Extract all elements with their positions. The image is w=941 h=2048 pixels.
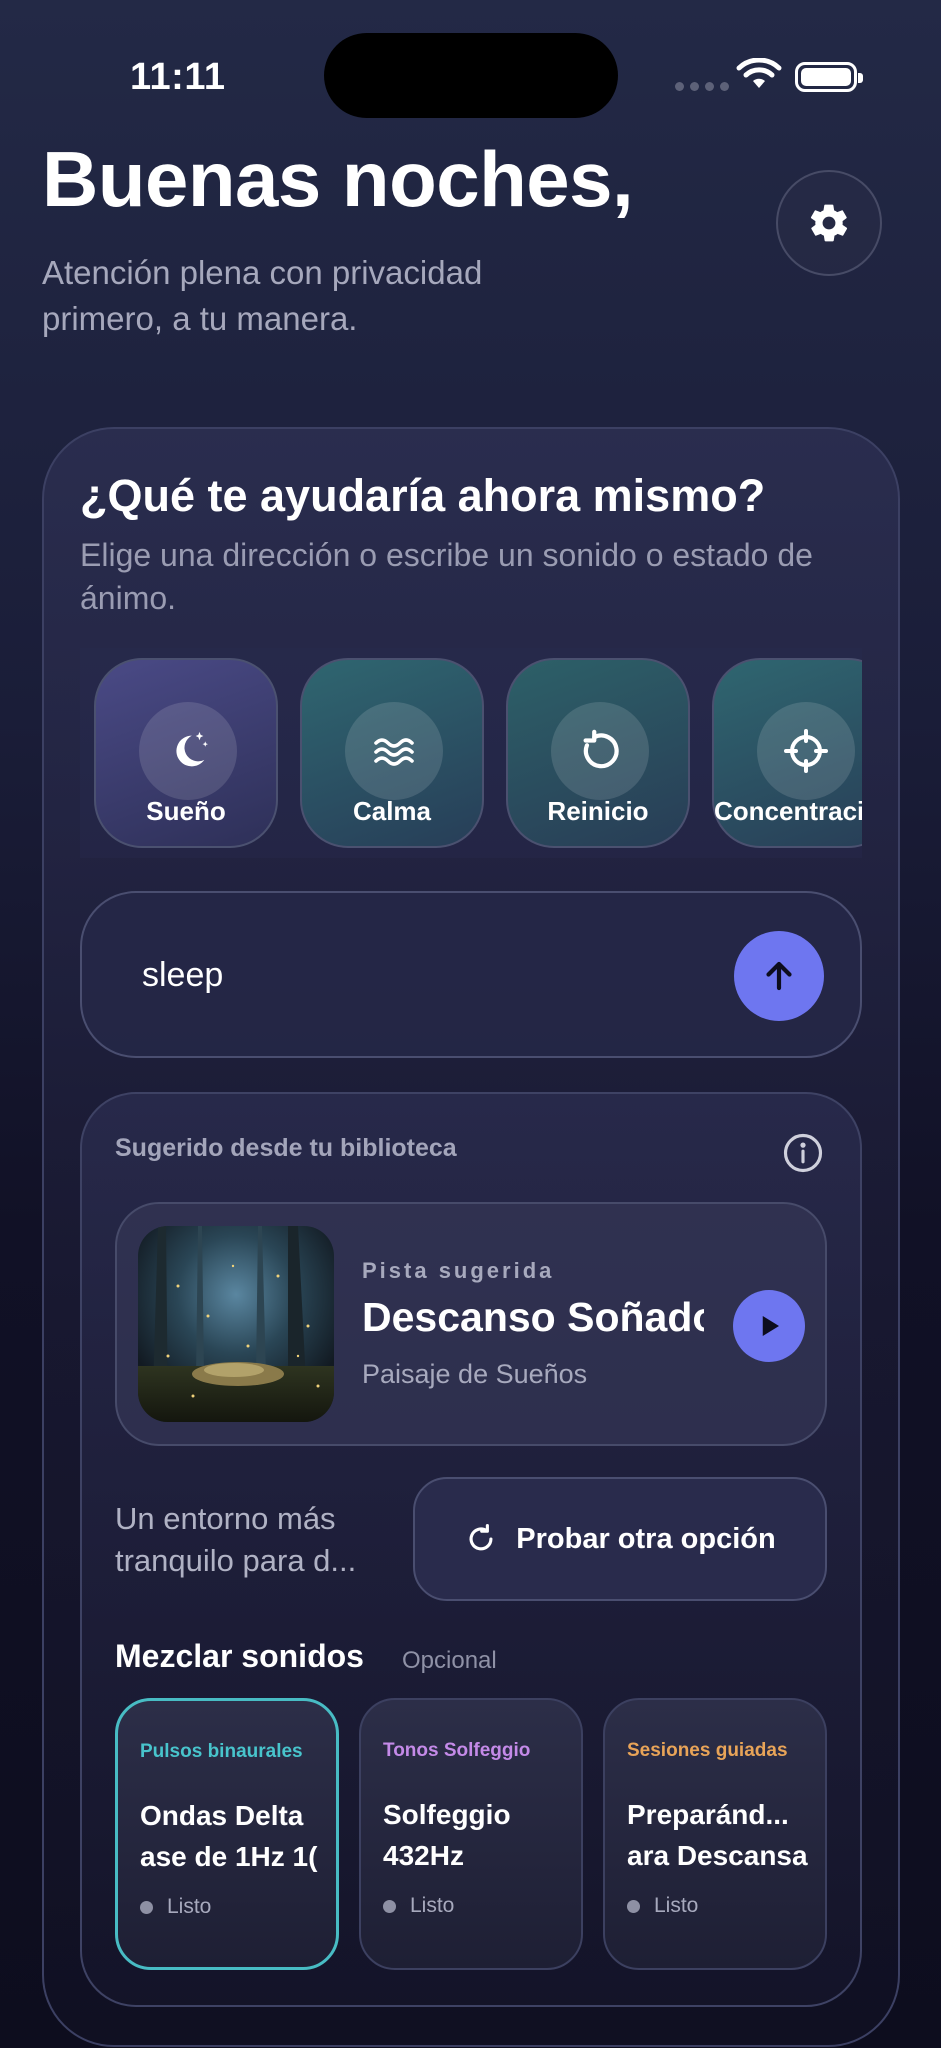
mood-chip-label: Reinicio xyxy=(547,796,649,826)
mix-card-status: Listo xyxy=(383,1894,454,1918)
moon-stars-icon xyxy=(139,702,237,800)
wifi-icon xyxy=(736,58,782,88)
dynamic-island xyxy=(324,33,618,118)
mood-chip-focus[interactable]: Concentraci xyxy=(712,658,862,848)
status-time: 11:11 xyxy=(130,56,226,98)
arrow-up-icon xyxy=(766,961,792,991)
gear-icon xyxy=(810,204,848,242)
prompt-instruction: Elige una dirección o escribe un sonido … xyxy=(80,537,813,616)
mix-card-binaural[interactable]: Pulsos binaurales Ondas Delta ase de 1Hz… xyxy=(115,1698,339,1970)
track-artist: Paisaje de Sueños xyxy=(362,1359,588,1389)
mix-card-name: Ondas Delta ase de 1Hz 1( xyxy=(140,1800,318,1872)
cellular-signal-icon xyxy=(675,82,729,91)
mix-card-solfeggio[interactable]: Tonos Solfeggio Solfeggio 432Hz Listo xyxy=(359,1698,583,1970)
play-icon xyxy=(762,1316,779,1336)
mix-card-category: Pulsos binaurales xyxy=(140,1741,303,1762)
environment-text: Un entorno más tranquilo para d... xyxy=(115,1501,357,1578)
suggestion-header: Sugerido desde tu biblioteca xyxy=(115,1134,457,1162)
track-title: Descanso Soñado xyxy=(362,1294,704,1340)
tagline: Atención plena con privacidad primero, a… xyxy=(42,254,483,337)
crosshair-icon xyxy=(757,702,855,800)
mix-card-guided[interactable]: Sesiones guiadas Preparánd... ara Descan… xyxy=(603,1698,827,1970)
mood-chips: Sueño Calma Reinicio Concentraci xyxy=(80,648,862,858)
mood-chip-label: Sueño xyxy=(146,796,226,826)
settings-button[interactable] xyxy=(776,170,882,276)
battery-icon xyxy=(795,62,863,92)
try-another-label: Probar otra opción xyxy=(516,1522,776,1555)
status-bar: 11:11 xyxy=(0,0,941,150)
waves-icon xyxy=(345,702,443,800)
mix-card-status: Listo xyxy=(140,1895,211,1919)
try-another-button[interactable]: Probar otra opción xyxy=(413,1477,827,1601)
reset-icon xyxy=(551,702,649,800)
refresh-icon xyxy=(469,1523,493,1551)
mix-optional-label: Opcional xyxy=(402,1647,497,1674)
mix-title: Mezclar sonidos xyxy=(115,1638,364,1674)
mix-card-name: Solfeggio 432Hz xyxy=(383,1799,511,1871)
mix-card-status: Listo xyxy=(627,1894,698,1918)
status-dot xyxy=(627,1899,640,1913)
page-title: Buenas noches, xyxy=(42,135,634,223)
status-dot xyxy=(383,1899,396,1913)
status-dot xyxy=(140,1900,153,1914)
mix-card-category: Tonos Solfeggio xyxy=(383,1740,531,1761)
mood-chip-sleep[interactable]: Sueño xyxy=(94,658,278,848)
mix-card-name: Preparánd... ara Descansa xyxy=(627,1799,808,1871)
mood-chip-label: Calma xyxy=(352,796,432,826)
info-icon[interactable] xyxy=(782,1132,824,1174)
mood-chip-reset[interactable]: Reinicio xyxy=(506,658,690,848)
send-button[interactable] xyxy=(734,931,824,1021)
mood-chip-calm[interactable]: Calma xyxy=(300,658,484,848)
search-bar xyxy=(80,891,862,1058)
play-button[interactable] xyxy=(733,1290,805,1362)
track-kicker: Pista sugerida xyxy=(362,1258,555,1283)
mood-chip-label: Concentraci xyxy=(714,796,862,826)
track-cover-image xyxy=(138,1226,334,1422)
mix-card-category: Sesiones guiadas xyxy=(627,1740,788,1761)
search-input[interactable] xyxy=(142,943,702,1007)
prompt-question: ¿Qué te ayudaría ahora mismo? xyxy=(80,470,766,521)
